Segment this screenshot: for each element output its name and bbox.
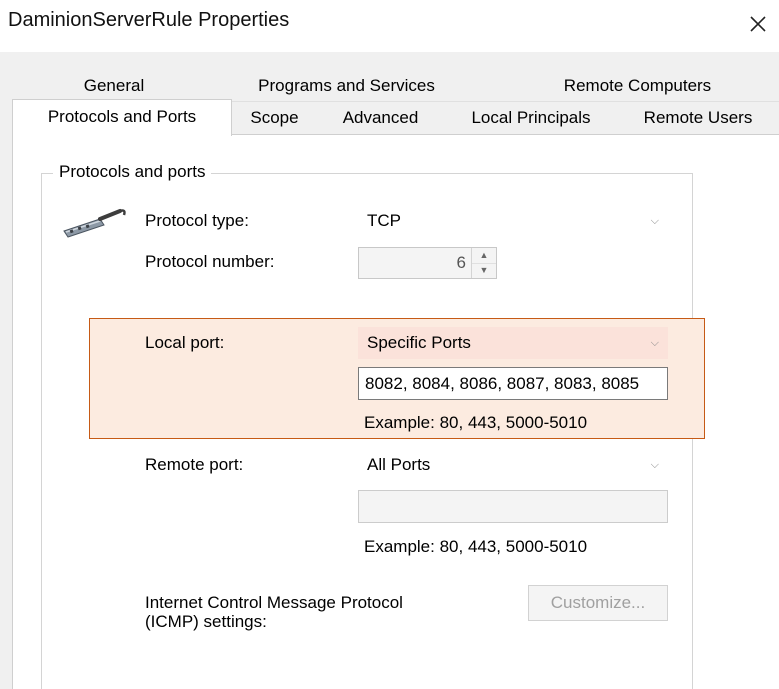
chevron-down-icon: ⌵ (650, 215, 659, 227)
protocol-number-label: Protocol number: (145, 252, 275, 271)
tab-remote-computers[interactable]: Remote Computers (500, 72, 775, 100)
local-port-value: Specific Ports (367, 333, 471, 352)
icmp-label-line1: Internet Control Message Protocol (145, 593, 403, 612)
icmp-label: Internet Control Message Protocol (ICMP)… (145, 593, 403, 631)
tab-programs-and-services[interactable]: Programs and Services (214, 72, 479, 100)
spin-up-icon[interactable]: ▲ (472, 248, 496, 264)
close-button[interactable] (740, 4, 776, 44)
protocol-type-value: TCP (367, 211, 401, 230)
protocol-type-label: Protocol type: (145, 211, 249, 230)
local-port-example: Example: 80, 443, 5000-5010 (364, 413, 588, 432)
local-port-label: Local port: (145, 333, 225, 352)
tab-scope[interactable]: Scope (232, 102, 317, 134)
spin-down-icon[interactable]: ▼ (472, 263, 496, 278)
group-title: Protocols and ports (53, 162, 212, 182)
icmp-label-line2: (ICMP) settings: (145, 612, 267, 631)
chevron-down-icon: ⌵ (650, 337, 659, 349)
customize-button[interactable]: Customize... (528, 585, 668, 621)
remote-port-dropdown[interactable]: All Ports ⌵ (358, 449, 668, 481)
local-port-input[interactable]: 8082, 8084, 8086, 8087, 8083, 8085 (358, 367, 668, 400)
tab-advanced[interactable]: Advanced (317, 102, 444, 134)
title-bar: DaminionServerRule Properties (0, 0, 779, 52)
remote-port-input[interactable] (358, 490, 668, 523)
remote-port-example: Example: 80, 443, 5000-5010 (364, 537, 588, 556)
remote-port-value: All Ports (367, 455, 431, 474)
spinner-arrows: ▲ ▼ (471, 248, 496, 278)
tab-general[interactable]: General (14, 72, 214, 100)
tab-baseline (232, 134, 779, 135)
close-icon (750, 16, 766, 32)
chevron-down-icon: ⌵ (650, 459, 659, 471)
protocol-type-dropdown[interactable]: TCP ⌵ (358, 205, 668, 237)
protocol-number-spinner[interactable]: 6 ▲ ▼ (358, 247, 497, 279)
remote-port-label: Remote port: (145, 455, 244, 474)
network-cable-icon (63, 209, 126, 238)
tab-local-principals[interactable]: Local Principals (444, 102, 618, 134)
tab-protocols-and-ports[interactable]: Protocols and Ports (12, 99, 232, 136)
tab-remote-users[interactable]: Remote Users (618, 102, 778, 134)
window-title: DaminionServerRule Properties (8, 9, 290, 31)
protocol-number-value: 6 (456, 253, 466, 272)
local-port-dropdown[interactable]: Specific Ports ⌵ (358, 327, 668, 359)
